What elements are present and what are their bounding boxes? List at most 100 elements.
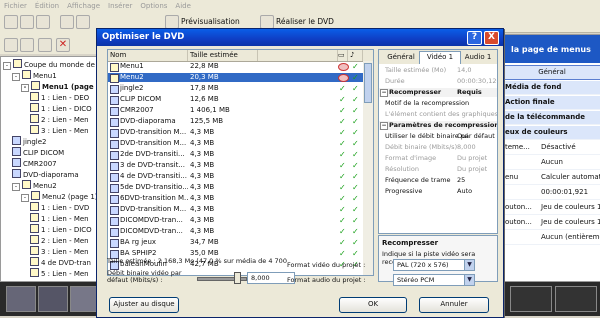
tree-item[interactable]: CMR2007 xyxy=(12,158,57,169)
column-name[interactable]: Nom xyxy=(108,50,188,61)
property-row[interactable]: − Recompresser Requis xyxy=(379,88,497,97)
open-icon[interactable] xyxy=(20,15,34,29)
tab-general[interactable]: Général xyxy=(503,65,600,80)
tree-item[interactable]: 5 : Lien - Men xyxy=(30,268,89,279)
element-row[interactable]: Menu1 22,8 MB ✓ xyxy=(108,62,363,72)
menu-item[interactable]: Options xyxy=(136,0,171,12)
element-row[interactable]: DICOMDVD-tran... 4,3 MB ✓ ✓ xyxy=(108,216,363,226)
tree-item[interactable]: CLIP DICOM xyxy=(12,147,64,158)
tree-item[interactable]: 1 : Lien - DEO xyxy=(30,92,89,103)
expand-toggle-icon[interactable]: - xyxy=(3,62,11,70)
menu-property-row[interactable]: outon... Jeu de couleurs 1 xyxy=(503,216,600,230)
collapse-toggle-icon[interactable]: − xyxy=(380,89,388,97)
expand-toggle-icon[interactable]: - xyxy=(12,73,20,81)
video-format-select[interactable]: PAL (720 x 576) ▼ xyxy=(393,259,475,271)
tab-video[interactable]: Vidéo 1 xyxy=(419,51,461,64)
new-project-icon[interactable] xyxy=(4,15,18,29)
menu-item[interactable]: Édition xyxy=(31,0,63,12)
tree-item[interactable]: 4 de DVD-tran xyxy=(30,257,91,268)
tree-item[interactable]: 3 : Lien - Men xyxy=(30,246,89,257)
expand-toggle-icon[interactable]: - xyxy=(21,194,29,202)
element-row[interactable]: 4 de DVD-transiti... 4,3 MB ✓ ✓ xyxy=(108,172,363,182)
project-tree[interactable]: -Coupe du monde de Rugb-Menu1-Menu1 (pag… xyxy=(0,56,102,282)
fit-to-disc-button[interactable]: Ajuster au disque xyxy=(109,297,179,313)
timeline-thumbnail[interactable] xyxy=(510,286,552,312)
property-row[interactable]: L'élément contient des graphiques combin… xyxy=(379,110,497,119)
delete-icon[interactable]: ✕ xyxy=(56,38,70,52)
menu-property-row[interactable]: outon... Jeu de couleurs 1 xyxy=(503,201,600,215)
tree-item[interactable]: jingle2 xyxy=(12,136,46,147)
property-row[interactable]: Taille estimée (Mo) 14,0 xyxy=(379,66,497,75)
property-row[interactable]: Résolution Du projet xyxy=(379,165,497,174)
preview-icon[interactable] xyxy=(165,15,179,29)
dialog-titlebar[interactable]: Optimiser le DVD ? X xyxy=(97,29,503,46)
expand-toggle-icon[interactable]: - xyxy=(21,84,29,92)
property-row[interactable]: Motif de la recompression xyxy=(379,99,497,108)
property-row[interactable]: Progressive Auto xyxy=(379,187,497,196)
burn-dvd-button[interactable]: Réaliser le DVD xyxy=(276,17,334,26)
tree-item[interactable]: 1 : Lien - DVD xyxy=(30,202,89,213)
element-row[interactable]: jingle2 17,8 MB ✓ ✓ xyxy=(108,84,363,94)
tree-item[interactable]: - Menu2 (page 1) xyxy=(21,191,98,202)
property-row[interactable]: Utiliser le débit binaire par défaut Oui xyxy=(379,132,497,141)
disc-icon[interactable] xyxy=(4,38,18,52)
tab-audio[interactable]: Audio 1 xyxy=(461,52,495,63)
tree-item[interactable]: 1 : Lien - DICO xyxy=(30,224,92,235)
save-icon[interactable] xyxy=(36,15,50,29)
element-row[interactable]: CMR2007 1 406,1 MB ✓ ✓ xyxy=(108,106,363,116)
element-row[interactable]: CLIP DICOM 12,6 MB ✓ ✓ xyxy=(108,95,363,105)
element-row[interactable]: DVD-diaporama 125,5 MB ✓ ✓ xyxy=(108,117,363,127)
chevron-down-icon[interactable]: ▼ xyxy=(464,275,474,285)
menu-property-row[interactable]: teme... Désactivé xyxy=(503,141,600,155)
timeline-thumbnail[interactable] xyxy=(555,286,597,312)
property-row[interactable]: Débit binaire (Mbits/s) 8,000 xyxy=(379,143,497,152)
menu-property-row[interactable]: Aucun (entièrement tr xyxy=(503,231,600,245)
property-row[interactable]: Format d'image Du projet xyxy=(379,154,497,163)
expand-toggle-icon[interactable]: - xyxy=(12,183,20,191)
collapse-toggle-icon[interactable]: − xyxy=(380,122,388,130)
element-row[interactable]: DVD-transition M... 4,3 MB ✓ ✓ xyxy=(108,205,363,215)
scrollbar-thumb[interactable] xyxy=(364,63,372,103)
cancel-button[interactable]: Annuler xyxy=(419,297,489,313)
ok-button[interactable]: OK xyxy=(339,297,407,313)
tree-item[interactable]: - Menu1 xyxy=(12,70,57,81)
property-row[interactable]: − Paramètres de recompression xyxy=(379,121,497,130)
audio-column-icon[interactable]: ♪ xyxy=(348,50,363,61)
element-list[interactable]: Nom Taille estimée ▭ ♪ Menu1 22,8 MB ✓ Menu… xyxy=(107,49,374,276)
tree-item[interactable]: - Menu1 (page 1 xyxy=(21,81,101,92)
menu-property-row[interactable]: Média de fond xyxy=(503,81,600,95)
menu-property-row[interactable]: Aucun xyxy=(503,156,600,170)
redo-icon[interactable] xyxy=(76,15,90,29)
help-button[interactable]: ? xyxy=(467,31,482,45)
menu-item[interactable]: Aide xyxy=(171,0,194,12)
add-icon[interactable] xyxy=(38,38,52,52)
preview-column-icon[interactable]: ▭ xyxy=(336,50,348,61)
tree-item[interactable]: 3 : Lien - Men xyxy=(30,125,89,136)
menu-property-row[interactable]: 00:00:01,921 xyxy=(503,186,600,200)
property-row[interactable]: Fréquence de trame 25 xyxy=(379,176,497,185)
tree-item[interactable]: - Menu2 xyxy=(12,180,57,191)
element-row[interactable]: BA rg jeux 34,7 MB ✓ ✓ xyxy=(108,238,363,248)
element-row[interactable]: 6DVD-transition M... 4,3 MB ✓ ✓ xyxy=(108,194,363,204)
property-row[interactable]: Durée 00:00:30,120 xyxy=(379,77,497,86)
element-row[interactable]: 5de DVD-transitio... 4,3 MB ✓ ✓ xyxy=(108,183,363,193)
tree-item[interactable]: DVD-diaporama xyxy=(12,169,79,180)
tree-item[interactable]: - Coupe du monde de Rugb xyxy=(3,59,101,70)
menu-property-row[interactable]: eux de couleurs xyxy=(503,126,600,140)
tab-general[interactable]: Général xyxy=(383,52,419,63)
element-row[interactable]: DVD-transition M... 4,3 MB ✓ ✓ xyxy=(108,139,363,149)
tree-item[interactable]: 1 : Lien - Men xyxy=(30,213,89,224)
preview-button[interactable]: Prévisualisation xyxy=(181,17,240,26)
timeline-thumbnail[interactable] xyxy=(38,286,68,312)
tree-item[interactable]: 1 : Lien - DICO xyxy=(30,103,92,114)
menu-item[interactable]: Insérer xyxy=(104,0,136,12)
menu-property-row[interactable]: Action finale xyxy=(503,96,600,110)
close-button[interactable]: X xyxy=(484,31,499,45)
folder-icon[interactable] xyxy=(20,38,34,52)
timeline-thumbnail[interactable] xyxy=(6,286,36,312)
undo-icon[interactable] xyxy=(60,15,74,29)
element-row[interactable]: 2de DVD-transiti... 4,3 MB ✓ ✓ xyxy=(108,150,363,160)
menu-property-row[interactable]: de la télécommande xyxy=(503,111,600,125)
element-row[interactable]: 3 de DVD-transit... 4,3 MB ✓ ✓ xyxy=(108,161,363,171)
menu-item[interactable]: Affichage xyxy=(63,0,104,12)
